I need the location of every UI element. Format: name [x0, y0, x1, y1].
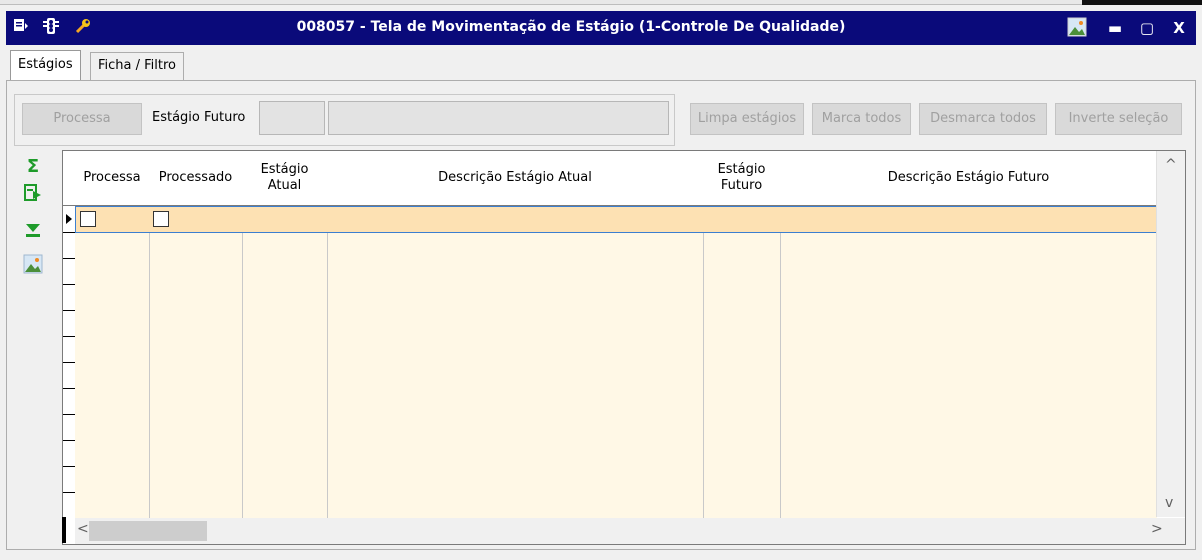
- header-descricao-estagio-atual[interactable]: Descrição Estágio Atual: [327, 151, 704, 205]
- vertical-scrollbar[interactable]: ^ v: [1156, 151, 1185, 517]
- tab-estagios[interactable]: Estágios: [10, 50, 81, 80]
- header-processa[interactable]: Processa: [75, 151, 150, 205]
- export-icon[interactable]: [22, 183, 44, 205]
- header-estagio-futuro[interactable]: Estágio Futuro: [703, 151, 781, 205]
- header-estagio-atual[interactable]: Estágio Atual: [242, 151, 328, 205]
- limpa-estagios-button[interactable]: Limpa estágios: [690, 103, 804, 135]
- estagio-futuro-desc-input[interactable]: [328, 101, 669, 135]
- top-strip: [0, 0, 1202, 5]
- scroll-down-icon[interactable]: v: [1165, 495, 1173, 511]
- row-processa-checkbox[interactable]: [80, 211, 96, 227]
- image-icon[interactable]: [1066, 17, 1088, 39]
- scroll-up-icon[interactable]: ^: [1165, 157, 1177, 173]
- estagio-futuro-label: Estágio Futuro: [152, 110, 246, 125]
- inverte-selecao-button[interactable]: Inverte seleção: [1055, 103, 1182, 135]
- minimize-button[interactable]: ▬: [1104, 17, 1126, 39]
- data-grid[interactable]: Processa Processado Estágio Atual Descri…: [62, 150, 1186, 545]
- tab-ficha-filtro[interactable]: Ficha / Filtro: [90, 52, 185, 80]
- sum-icon[interactable]: Σ: [22, 156, 44, 178]
- maximize-button[interactable]: ▢: [1136, 17, 1158, 39]
- desmarca-todos-button[interactable]: Desmarca todos: [919, 103, 1047, 135]
- estagio-futuro-code-input[interactable]: [259, 101, 325, 135]
- horizontal-scrollbar[interactable]: < >: [75, 518, 1185, 544]
- window-titlebar[interactable]: 008057 - Tela de Movimentação de Estágio…: [6, 11, 1196, 45]
- scroll-right-icon[interactable]: >: [1151, 521, 1163, 537]
- table-row[interactable]: [75, 206, 1157, 233]
- close-button[interactable]: X: [1168, 17, 1190, 39]
- image-icon[interactable]: [22, 254, 44, 276]
- marca-todos-button[interactable]: Marca todos: [812, 103, 911, 135]
- grid-body[interactable]: [75, 206, 1157, 518]
- download-icon[interactable]: [22, 220, 44, 242]
- processa-button[interactable]: Processa: [22, 103, 142, 135]
- window-title: 008057 - Tela de Movimentação de Estágio…: [296, 19, 846, 35]
- header-processado[interactable]: Processado: [149, 151, 243, 205]
- row-processado-checkbox[interactable]: [153, 211, 169, 227]
- header-descricao-estagio-futuro[interactable]: Descrição Estágio Futuro: [780, 151, 1157, 205]
- scroll-thumb[interactable]: [89, 521, 207, 541]
- current-row-arrow-icon: [66, 214, 72, 224]
- grid-bottom-marker: [62, 517, 66, 543]
- scroll-left-icon[interactable]: <: [77, 521, 89, 537]
